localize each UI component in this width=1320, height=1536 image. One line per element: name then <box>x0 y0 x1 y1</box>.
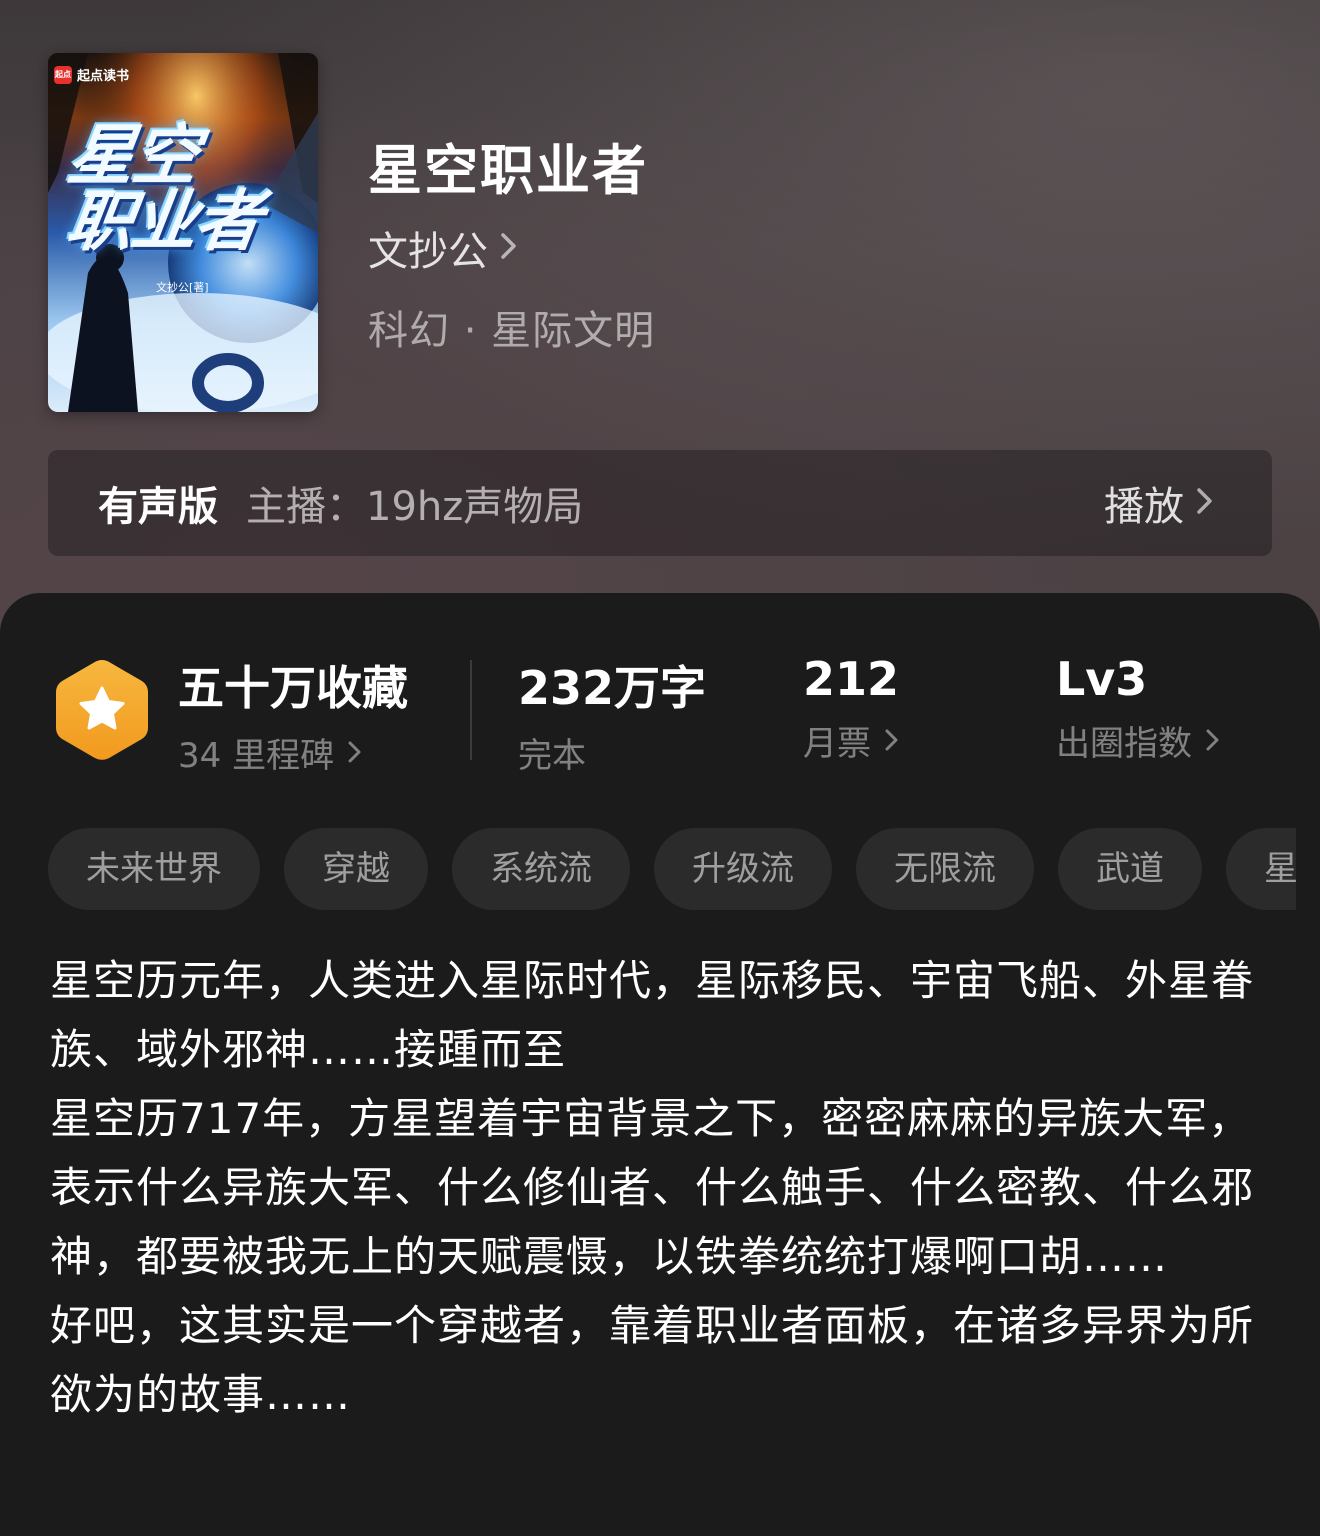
cover-title: 星空 职业者 <box>55 117 314 260</box>
audiobook-card[interactable]: 有声版 主播：19hz声物局 播放 <box>48 450 1272 556</box>
chevron-right-icon <box>1206 721 1220 761</box>
monthly-tickets-value: 212 <box>803 652 900 706</box>
stat-words: 232万字 完本 <box>518 652 706 777</box>
stat-influence[interactable]: Lv3 出圈指数 <box>1056 652 1220 765</box>
tag-chip[interactable]: 无限流 <box>856 828 1034 910</box>
milestone-label: 34 里程碑 <box>178 736 335 776</box>
play-button[interactable]: 播放 <box>1104 450 1214 556</box>
author-name: 文抄公 <box>368 229 488 275</box>
book-description[interactable]: 星空历元年，人类进入星际时代，星际移民、宇宙飞船、外星眷族、域外邪神……接踵而至… <box>50 946 1280 1429</box>
stat-collection[interactable]: 五十万收藏 34 里程碑 <box>178 652 408 777</box>
influence-value: Lv3 <box>1056 652 1148 706</box>
tag-chip[interactable]: 升级流 <box>654 828 832 910</box>
tag-list: 未来世界 穿越 系统流 升级流 无限流 武道星 <box>48 828 1296 910</box>
monthly-tickets-label: 月票 <box>803 724 871 764</box>
star-hexagon-icon <box>52 656 152 764</box>
description-paragraph: 好吧，这其实是一个穿越者，靠着职业者面板，在诸多异界为所欲为的故事…… <box>50 1301 1255 1419</box>
book-cover[interactable]: 起点 起点读书 星空 职业者 文抄公[著] <box>48 53 318 412</box>
tag-chip[interactable]: 穿越 <box>284 828 428 910</box>
audiobook-host: 主播：19hz声物局 <box>246 484 584 530</box>
tag-chip[interactable]: 未来世界 <box>48 828 260 910</box>
play-label: 播放 <box>1104 484 1184 530</box>
description-paragraph: 星空历717年，方星望着宇宙背景之下，密密麻麻的异族大军，表示什么异族大军、什么… <box>50 1094 1255 1281</box>
cover-title-line2: 职业者 <box>62 183 265 260</box>
chevron-right-icon <box>500 225 518 271</box>
cover-brand: 起点 起点读书 <box>54 65 129 84</box>
cover-author-credit: 文抄公[著] <box>156 281 209 294</box>
collection-value: 五十万收藏 <box>178 661 408 715</box>
chevron-right-icon <box>885 721 899 761</box>
description-paragraph: 星空历元年，人类进入星际时代，星际移民、宇宙飞船、外星眷族、域外邪神……接踵而至 <box>50 956 1255 1074</box>
chevron-right-icon <box>348 733 362 773</box>
tag-chip[interactable]: 武道 <box>1058 828 1202 910</box>
qidian-logo-icon: 起点 <box>54 65 72 84</box>
stat-divider <box>470 660 472 760</box>
stat-monthly-tickets[interactable]: 212 月票 <box>803 652 899 765</box>
completion-status: 完本 <box>518 736 586 776</box>
chevron-right-icon <box>1196 480 1214 526</box>
book-title: 星空职业者 <box>368 139 648 202</box>
author-link[interactable]: 文抄公 <box>368 219 518 277</box>
cover-brand-name: 起点读书 <box>77 69 130 84</box>
tag-chip[interactable]: 星 <box>1226 828 1296 910</box>
tag-chip[interactable]: 系统流 <box>452 828 630 910</box>
book-genre: 科幻 · 星际文明 <box>368 308 656 354</box>
audiobook-label: 有声版 <box>98 484 218 530</box>
word-count-value: 232万字 <box>518 661 707 715</box>
influence-label: 出圈指数 <box>1056 724 1192 764</box>
